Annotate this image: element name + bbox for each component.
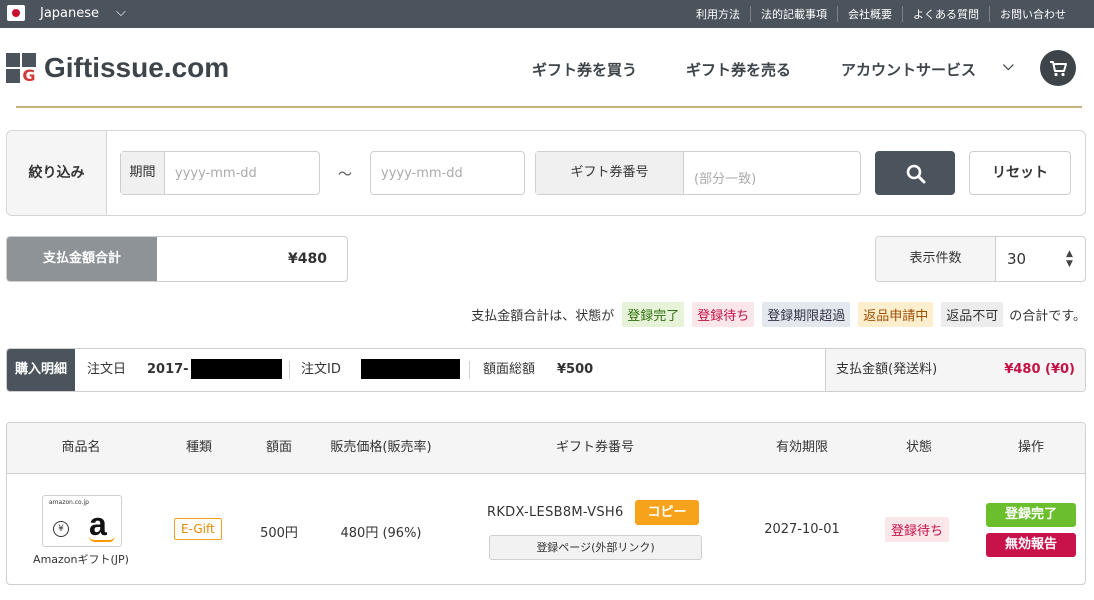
divider: [289, 361, 290, 379]
redacted-order-id: [361, 359, 460, 379]
toplink-company[interactable]: 会社概要: [837, 6, 902, 22]
date-from-field: 期間: [120, 151, 320, 195]
gift-number-label: ギフト券番号: [536, 152, 684, 194]
table-header: 商品名 種類 額面 販売価格(販売率) ギフト券番号 有効期限 状態 操作: [7, 423, 1085, 474]
nav-account[interactable]: アカウントサービス: [841, 59, 976, 80]
status-legend: 支払金額合計は、状態が 登録完了 登録待ち 登録期限超過 返品申請中 返品不可 …: [471, 302, 1086, 327]
date-to-field: [370, 151, 525, 195]
face-total-value: ¥500: [557, 362, 594, 377]
face-value: 500円: [260, 526, 298, 541]
col-expiry: 有効期限: [775, 440, 829, 455]
redacted-date: [191, 359, 282, 379]
reset-button[interactable]: リセット: [969, 151, 1071, 195]
payment-total-label: 支払金額合計: [7, 237, 157, 281]
filter-label: 絞り込み: [7, 131, 107, 215]
language-selector[interactable]: Japanese: [40, 6, 99, 21]
amazon-smile-icon: [89, 536, 115, 542]
amazon-gift-card-image: amazon.co.jp ¥ a: [42, 495, 122, 547]
card-brand-text: amazon.co.jp: [49, 499, 89, 506]
col-price: 販売価格(販売率): [330, 440, 432, 455]
col-status: 状態: [905, 440, 933, 455]
status-badge-waiting: 登録待ち: [692, 302, 755, 327]
gift-code: RKDX-LESB8M-VSH6: [487, 505, 624, 520]
gift-number-input[interactable]: [694, 158, 854, 200]
col-gift-number: ギフト券番号: [555, 440, 635, 455]
toplink-legal[interactable]: 法的記載事項: [750, 6, 837, 22]
col-product: 商品名: [61, 440, 101, 455]
col-type: 種類: [185, 440, 213, 455]
toplink-contact[interactable]: お問い合わせ: [989, 6, 1076, 22]
per-page-value[interactable]: 30: [1007, 237, 1026, 281]
register-complete-button[interactable]: 登録完了: [986, 503, 1076, 527]
payment-amount-value: ¥480 (¥0): [1004, 362, 1075, 377]
chevron-down-icon[interactable]: ⌵: [116, 5, 126, 20]
logo-icon[interactable]: G: [6, 53, 38, 85]
toplink-faq[interactable]: よくある質問: [902, 6, 989, 22]
date-to-input[interactable]: [381, 152, 521, 194]
logo-text[interactable]: Giftissue.com: [44, 52, 229, 84]
col-face: 額面: [265, 440, 293, 455]
top-bar: Japanese ⌵ 利用方法 法的記載事項 会社概要 よくある質問 お問い合わ…: [0, 0, 1094, 28]
copy-button[interactable]: コピー: [635, 500, 699, 525]
payment-amount: 支払金額(発送料) ¥480 (¥0): [825, 349, 1085, 391]
date-from-input[interactable]: [175, 152, 315, 194]
status-badge-registered: 登録完了: [622, 302, 685, 327]
gift-table: 商品名 種類 額面 販売価格(販売率) ギフト券番号 有効期限 状態 操作 am…: [6, 422, 1086, 585]
header-divider: [16, 106, 1082, 108]
col-actions: 操作: [1017, 440, 1045, 455]
payment-amount-label: 支払金額(発送料): [836, 362, 938, 377]
japan-flag-icon: [7, 5, 25, 21]
cart-icon[interactable]: [1040, 50, 1076, 86]
search-icon: [906, 164, 926, 184]
per-page-label: 表示件数: [876, 237, 996, 281]
select-arrows-icon: ▲ ▼: [1066, 249, 1073, 269]
legend-prefix: 支払金額合計は、状態が: [471, 309, 615, 324]
product-name: Amazonギフト(JP): [33, 553, 129, 566]
divider: [469, 361, 470, 379]
sale-price: 480円 (96%): [340, 526, 422, 541]
date-separator: ～: [338, 167, 352, 183]
period-label: 期間: [121, 152, 165, 194]
nav-buy[interactable]: ギフト券を買う: [532, 59, 637, 80]
toplink-usage[interactable]: 利用方法: [686, 6, 750, 22]
order-date-value: 2017-: [147, 362, 189, 377]
gift-number-field: ギフト券番号: [535, 151, 861, 200]
legend-suffix: の合計です。: [1009, 309, 1086, 324]
top-links: 利用方法 法的記載事項 会社概要 よくある質問 お問い合わせ: [686, 6, 1076, 22]
order-label: 購入明細: [7, 349, 75, 391]
per-page-select[interactable]: 表示件数 30 ▲ ▼: [875, 236, 1086, 282]
report-invalid-button[interactable]: 無効報告: [986, 533, 1076, 557]
type-badge: E-Gift: [174, 518, 222, 540]
payment-total: 支払金額合計 ¥480: [6, 236, 348, 282]
expiry-date: 2027-10-01: [764, 522, 840, 537]
order-summary-bar: 購入明細 注文日 2017- 注文ID 額面総額 ¥500 支払金額(発送料) …: [6, 348, 1086, 392]
yen-icon: ¥: [53, 521, 69, 537]
face-total-label: 額面総額: [483, 362, 536, 377]
order-date-label: 注文日: [87, 362, 127, 377]
status-badge-no-return: 返品不可: [941, 302, 1004, 327]
payment-total-value: ¥480: [288, 251, 327, 267]
status-badge-return-requested: 返品申請中: [858, 302, 934, 327]
status-badge-expired: 登録期限超過: [762, 302, 851, 327]
search-button[interactable]: [875, 151, 955, 195]
order-id-label: 注文ID: [301, 362, 341, 377]
external-register-link[interactable]: 登録ページ(外部リンク): [489, 535, 702, 560]
chevron-down-icon[interactable]: ⌵: [1003, 58, 1014, 74]
status-badge: 登録待ち: [885, 517, 950, 542]
nav-sell[interactable]: ギフト券を売る: [686, 59, 791, 80]
